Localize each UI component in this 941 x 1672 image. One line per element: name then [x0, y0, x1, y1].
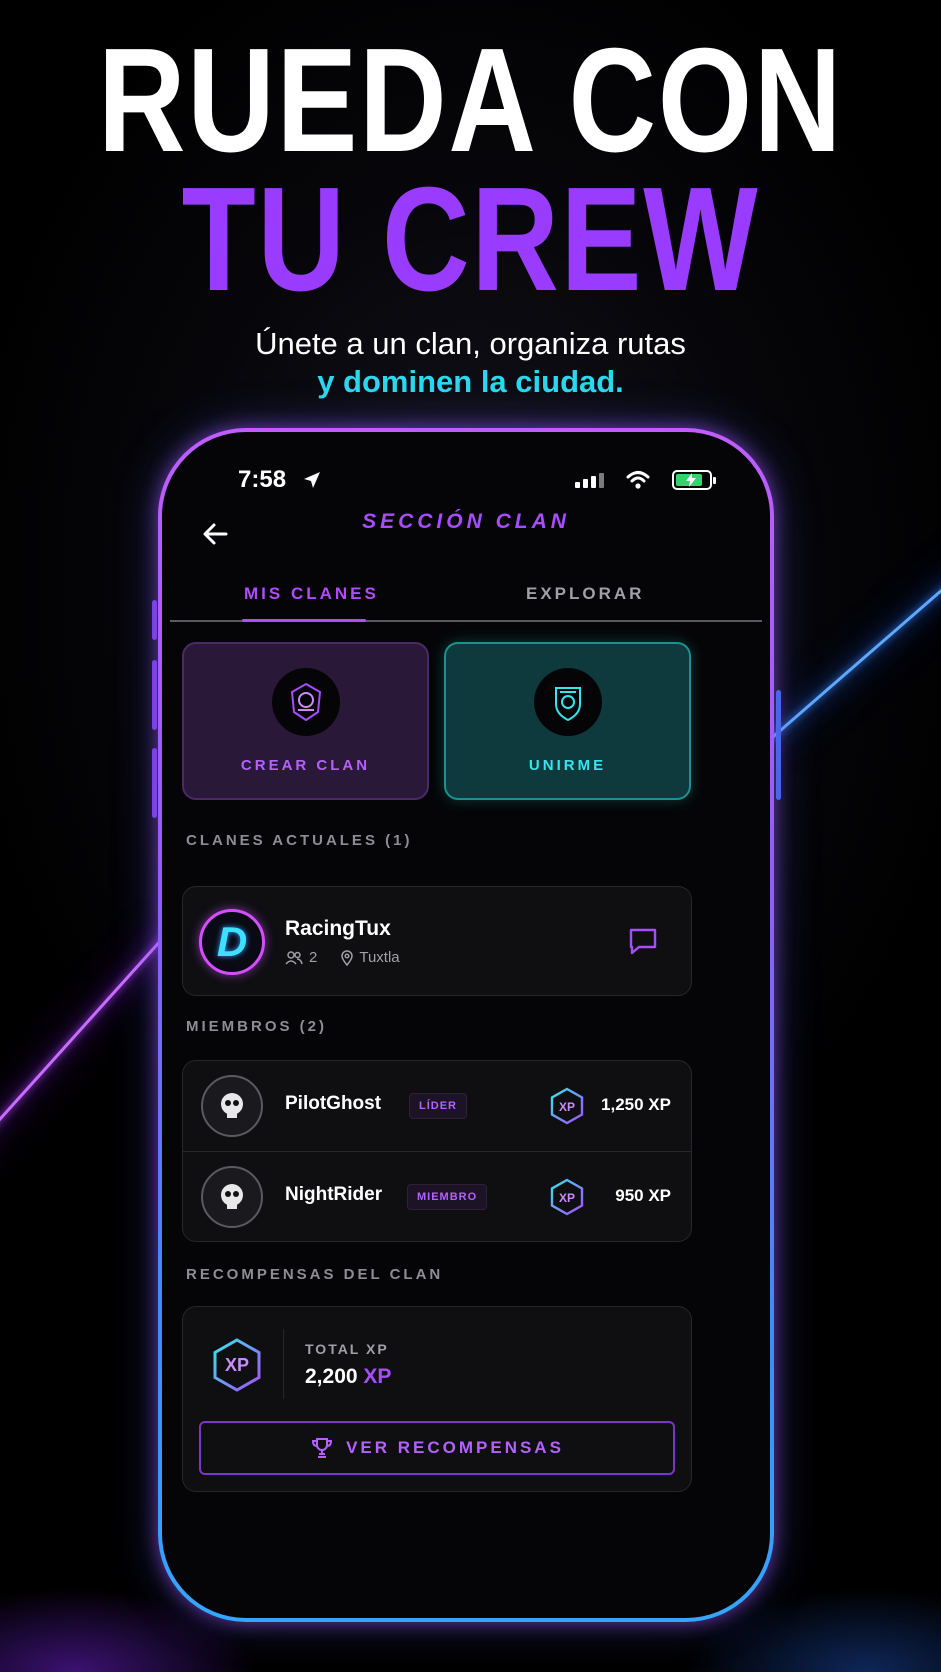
member-avatar [201, 1166, 263, 1228]
cellular-signal-icon [575, 473, 604, 488]
member-avatar [201, 1075, 263, 1137]
svg-text:XP: XP [559, 1191, 575, 1205]
subtitle-line-1: Únete a un clan, organiza rutas [255, 326, 686, 361]
xp-hex-icon: XP [550, 1178, 584, 1216]
rewards-card: XP TOTAL XP 2,200 XP VER RECOMPENSAS [182, 1306, 692, 1492]
clan-member-count: 2 [309, 949, 318, 966]
tab-bar: MIS CLANES EXPLORAR [170, 572, 762, 622]
phone-frame: 7:58 SECCIÓN CLAN MIS CLANES EXPLORAR CR… [158, 428, 774, 1622]
current-clans-heading: CLANES ACTUALES (1) [186, 832, 413, 849]
tab-explorar[interactable]: EXPLORAR [526, 584, 644, 604]
member-xp: 1,250 XP [601, 1095, 671, 1114]
total-xp-label: TOTAL XP [305, 1341, 389, 1357]
tab-mis-clanes[interactable]: MIS CLANES [244, 584, 379, 604]
wifi-icon [626, 471, 650, 489]
clan-name: RacingTux [285, 917, 391, 940]
location-arrow-icon [304, 472, 320, 488]
location-pin-icon [341, 949, 354, 966]
clan-location: Tuxtla [359, 949, 400, 966]
create-clan-button[interactable]: CREAR CLAN [182, 642, 429, 800]
create-clan-emblem-icon [271, 668, 340, 736]
view-rewards-label: VER RECOMPENSAS [346, 1438, 564, 1457]
member-name: NightRider [285, 1184, 383, 1205]
battery-icon [672, 470, 716, 490]
clan-logo-letter: D [216, 918, 248, 965]
join-clan-button[interactable]: UNIRME [444, 642, 691, 800]
role-badge: LÍDER [409, 1093, 467, 1119]
member-name: PilotGhost [285, 1093, 382, 1114]
xp-hex-icon: XP [550, 1087, 584, 1125]
total-xp-value: 2,200 XP [305, 1365, 391, 1389]
join-clan-emblem-icon [533, 668, 602, 736]
phone-volume-up [152, 660, 157, 730]
rewards-divider [283, 1329, 284, 1399]
join-clan-label: UNIRME [528, 757, 607, 774]
rewards-heading: RECOMPENSAS DEL CLAN [186, 1266, 444, 1283]
members-heading: MIEMBROS (2) [186, 1018, 327, 1035]
skull-emblem-icon [221, 1184, 243, 1209]
phone-volume-down [152, 748, 157, 818]
trophy-icon [312, 1438, 333, 1458]
xp-hex-icon: XP [213, 1338, 261, 1392]
phone-side-button [152, 600, 157, 640]
role-badge: MIEMBRO [407, 1184, 488, 1210]
subtitle-line-2: y dominen la ciudad. [317, 364, 624, 399]
member-row[interactable]: NightRider MIEMBRO XP 950 XP [183, 1151, 691, 1241]
view-rewards-button[interactable]: VER RECOMPENSAS [199, 1421, 675, 1475]
status-time: 7:58 [238, 466, 287, 493]
create-clan-label: CREAR CLAN [240, 757, 371, 774]
clan-logo: D [199, 909, 265, 975]
headline-line-1: RUEDA CON [97, 18, 844, 183]
page-title: SECCIÓN CLAN [362, 510, 570, 533]
total-xp-number: 2,200 [305, 1365, 358, 1388]
active-tab-indicator [242, 619, 366, 622]
member-row[interactable]: PilotGhost LÍDER XP 1,250 XP [183, 1061, 691, 1151]
clan-meta: 2 Tuxtla [285, 949, 400, 966]
headline-line-2: TU CREW [181, 157, 760, 322]
chat-icon[interactable] [627, 925, 659, 957]
svg-text:XP: XP [559, 1100, 575, 1114]
members-list: PilotGhost LÍDER XP 1,250 XP NightRider … [182, 1060, 692, 1242]
phone-power-button [776, 690, 781, 800]
status-bar: 7:58 [162, 466, 770, 496]
svg-text:XP: XP [225, 1355, 249, 1375]
skull-emblem-icon [221, 1093, 243, 1118]
members-icon [285, 950, 303, 965]
member-xp: 950 XP [615, 1186, 671, 1205]
total-xp-unit: XP [363, 1365, 392, 1388]
clan-card[interactable]: D RacingTux 2 Tuxtla [182, 886, 692, 996]
